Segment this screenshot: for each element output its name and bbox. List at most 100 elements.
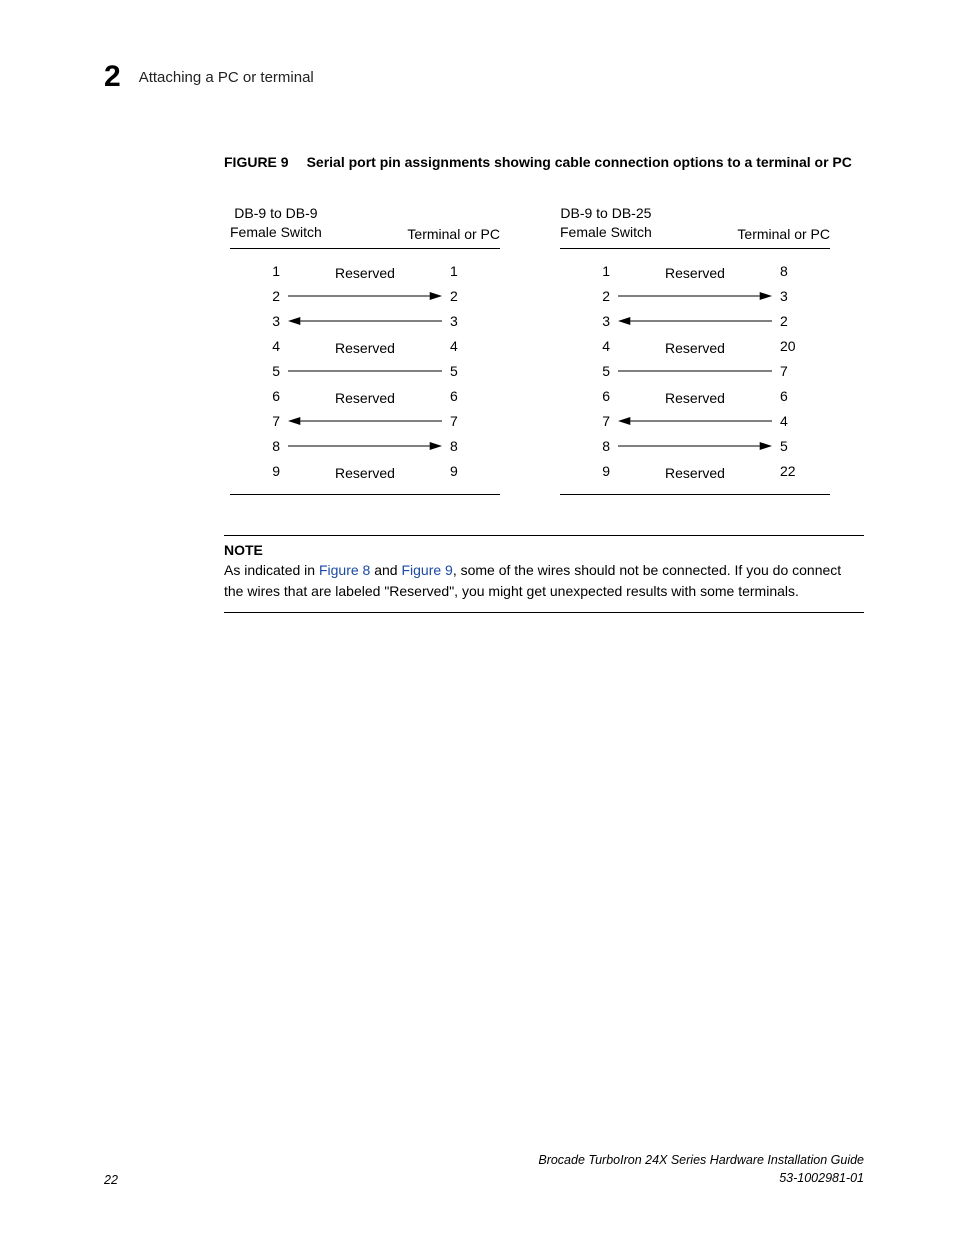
- footer-right: Brocade TurboIron 24X Series Hardware In…: [538, 1152, 864, 1187]
- arrow-right-icon: [618, 290, 772, 302]
- reserved-label: Reserved: [335, 390, 395, 406]
- pin-right: 5: [442, 363, 500, 379]
- pin-right: 5: [772, 438, 830, 454]
- pin-right: 2: [442, 288, 500, 304]
- arrow-right-icon: [618, 440, 772, 452]
- pinout-diagram-row: DB-9 to DB-9Female Switch Terminal or PC 1…: [224, 204, 864, 495]
- arrow-left-icon: [618, 415, 772, 427]
- pin-row: 9Reserved22: [560, 459, 830, 484]
- section-title: Attaching a PC or terminal: [139, 69, 314, 86]
- pin-left: 6: [560, 388, 618, 404]
- pin-right: 1: [442, 263, 500, 279]
- pin-mid: [618, 365, 772, 377]
- pin-row: 22: [230, 284, 500, 309]
- figure-label: FIGURE 9: [224, 154, 289, 170]
- pin-mid: [618, 440, 772, 452]
- arrow-right-icon: [288, 290, 442, 302]
- pin-row: 55: [230, 359, 500, 384]
- reserved-label: Reserved: [665, 265, 725, 281]
- note-text: As indicated in Figure 8 and Figure 9, s…: [224, 560, 864, 602]
- pin-left: 2: [230, 288, 288, 304]
- xref-figure-9[interactable]: Figure 9: [401, 562, 452, 578]
- pin-left: 1: [230, 263, 288, 279]
- pin-row: 33: [230, 309, 500, 334]
- doc-number: 53-1002981-01: [538, 1170, 864, 1188]
- pin-row: 85: [560, 434, 830, 459]
- pin-right: 3: [442, 313, 500, 329]
- pin-row: 4Reserved20: [560, 334, 830, 359]
- header-line: DB-9 to DB-25: [560, 204, 652, 223]
- pin-mid: Reserved: [288, 265, 442, 277]
- line-connector-icon: [618, 365, 772, 377]
- reserved-label: Reserved: [335, 265, 395, 281]
- arrow-left-icon: [288, 315, 442, 327]
- page-number: 22: [104, 1173, 118, 1187]
- pin-right: 4: [772, 413, 830, 429]
- pin-left: 8: [230, 438, 288, 454]
- pin-mid: [288, 315, 442, 327]
- content-area: FIGURE 9 Serial port pin assignments sho…: [224, 154, 864, 613]
- pin-mid: [288, 290, 442, 302]
- pin-row: 32: [560, 309, 830, 334]
- reserved-label: Reserved: [665, 340, 725, 356]
- pin-left: 4: [560, 338, 618, 354]
- header-line: Female Switch: [230, 223, 322, 242]
- diagram-bottom-rule: [560, 494, 830, 495]
- pin-mid: Reserved: [288, 465, 442, 477]
- figure-caption: Serial port pin assignments showing cabl…: [307, 154, 852, 170]
- pin-right: 9: [442, 463, 500, 479]
- diagram-header-left: DB-9 to DB-9Female Switch: [230, 204, 322, 242]
- pin-row: 4Reserved4: [230, 334, 500, 359]
- pin-row: 1Reserved8: [560, 259, 830, 284]
- pin-mid: Reserved: [618, 340, 772, 352]
- pin-row: 57: [560, 359, 830, 384]
- pin-right: 2: [772, 313, 830, 329]
- pin-row: 1Reserved1: [230, 259, 500, 284]
- diagram-header-right: Terminal or PC: [407, 226, 500, 242]
- pin-mid: Reserved: [618, 390, 772, 402]
- pin-row: 74: [560, 409, 830, 434]
- pin-left: 7: [230, 413, 288, 429]
- pin-left: 8: [560, 438, 618, 454]
- pin-mid: Reserved: [288, 390, 442, 402]
- doc-title: Brocade TurboIron 24X Series Hardware In…: [538, 1152, 864, 1170]
- reserved-label: Reserved: [335, 465, 395, 481]
- page-header: 2 Attaching a PC or terminal: [104, 60, 864, 94]
- pin-mid: Reserved: [618, 465, 772, 477]
- pin-right: 6: [442, 388, 500, 404]
- pinout-diagram: DB-9 to DB-9Female Switch Terminal or PC 1…: [230, 204, 500, 495]
- note-text-mid: and: [370, 562, 401, 578]
- pin-left: 2: [560, 288, 618, 304]
- diagram-header-left: DB-9 to DB-25Female Switch: [560, 204, 652, 242]
- pin-left: 5: [560, 363, 618, 379]
- reserved-label: Reserved: [665, 465, 725, 481]
- pin-left: 9: [560, 463, 618, 479]
- pin-right: 6: [772, 388, 830, 404]
- pin-right: 7: [772, 363, 830, 379]
- diagram-header-right: Terminal or PC: [737, 226, 830, 242]
- figure-caption-row: FIGURE 9 Serial port pin assignments sho…: [224, 154, 864, 170]
- pin-left: 3: [560, 313, 618, 329]
- pin-left: 6: [230, 388, 288, 404]
- line-connector-icon: [288, 365, 442, 377]
- arrow-left-icon: [618, 315, 772, 327]
- arrow-right-icon: [288, 440, 442, 452]
- pin-mid: [288, 415, 442, 427]
- diagram-header: DB-9 to DB-9Female Switch Terminal or PC: [230, 204, 500, 249]
- reserved-label: Reserved: [335, 340, 395, 356]
- pin-mid: [618, 415, 772, 427]
- pin-mid: Reserved: [288, 340, 442, 352]
- pin-row: 9Reserved9: [230, 459, 500, 484]
- note-label: NOTE: [224, 542, 864, 558]
- pin-left: 7: [560, 413, 618, 429]
- pin-row: 23: [560, 284, 830, 309]
- note-text-pre: As indicated in: [224, 562, 319, 578]
- pin-left: 1: [560, 263, 618, 279]
- header-line: DB-9 to DB-9: [230, 204, 322, 223]
- pin-row: 6Reserved6: [560, 384, 830, 409]
- xref-figure-8[interactable]: Figure 8: [319, 562, 370, 578]
- pin-row: 6Reserved6: [230, 384, 500, 409]
- pin-left: 9: [230, 463, 288, 479]
- page: 2 Attaching a PC or terminal FIGURE 9 Se…: [0, 0, 954, 1235]
- pin-mid: [288, 365, 442, 377]
